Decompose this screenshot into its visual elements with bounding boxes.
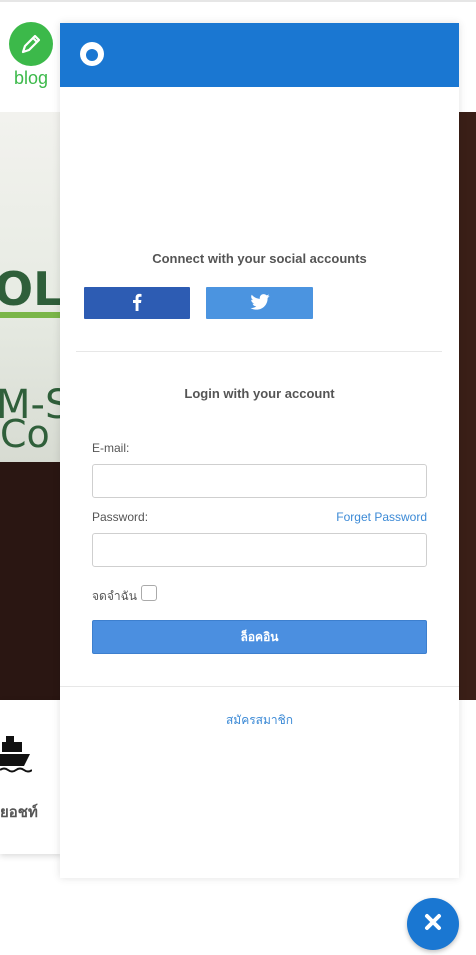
twitter-icon <box>249 293 270 313</box>
register-link[interactable]: สมัครสมาชิก <box>60 711 459 730</box>
account-login-title: Login with your account <box>184 386 335 401</box>
blog-logo[interactable]: blog <box>9 22 53 88</box>
login-button[interactable]: ล็อคอิน <box>92 620 427 654</box>
service-card-label: ยอชท์ <box>0 804 38 821</box>
banner-text: Co <box>0 412 50 456</box>
service-card[interactable]: ยอชท์ <box>0 700 62 854</box>
remember-me-checkbox[interactable] <box>141 585 157 601</box>
close-button[interactable] <box>407 898 459 950</box>
password-label: Password: <box>92 510 149 524</box>
page-top-border <box>0 0 476 2</box>
blog-logo-text: blog <box>13 68 49 88</box>
close-icon <box>424 913 442 936</box>
pencil-icon <box>9 22 53 66</box>
login-panel: Connect with your social accounts Login … <box>60 23 459 878</box>
social-login-title: Connect with your social accounts <box>152 251 367 266</box>
password-field[interactable] <box>92 533 427 567</box>
remember-me-label: จดจำฉัน <box>92 589 137 603</box>
twitter-login-button[interactable] <box>206 287 313 319</box>
section-divider <box>60 686 459 687</box>
email-field[interactable] <box>92 464 427 498</box>
facebook-login-button[interactable] <box>84 287 190 319</box>
email-label: E-mail: <box>92 441 130 455</box>
facebook-icon <box>132 293 142 314</box>
ship-icon <box>0 732 33 780</box>
panel-header <box>60 23 459 87</box>
banner-text: OL <box>0 262 63 316</box>
background-edge <box>459 112 476 700</box>
forget-password-link[interactable]: Forget Password <box>336 510 427 524</box>
section-divider <box>76 351 442 352</box>
brand-logo-icon <box>80 42 104 66</box>
